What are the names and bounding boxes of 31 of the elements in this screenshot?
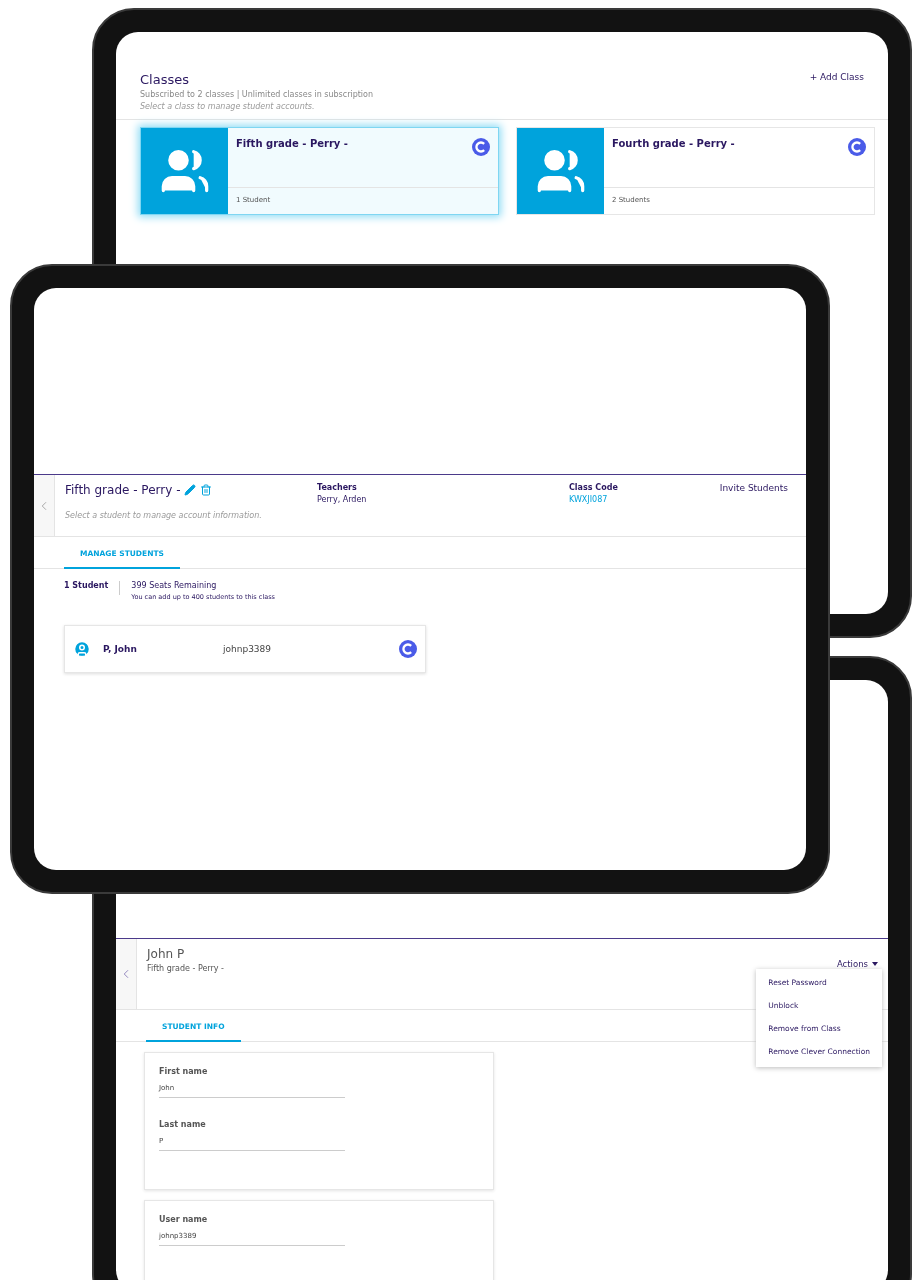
student-total: 1 Student	[64, 581, 121, 595]
instruction-text: Select a class to manage student accounts.	[140, 102, 316, 111]
student-name: P, John	[103, 644, 138, 654]
class-title: Fifth grade - Perry -	[65, 483, 181, 497]
class-name: Fifth grade - Perry -	[236, 138, 348, 151]
instruction-text: Select a student to manage account information.	[65, 511, 263, 520]
clever-logo-icon	[399, 640, 417, 658]
page-title: Classes	[140, 72, 190, 87]
actions-dropdown[interactable]: Actions	[836, 959, 878, 969]
seats-remaining: 399 Seats Remaining	[131, 581, 218, 590]
teacher-name: Perry, Arden	[317, 495, 368, 504]
student-name: John P	[147, 947, 186, 961]
invite-students-button[interactable]: Invite Students	[719, 483, 788, 493]
caret-icon	[872, 962, 878, 966]
teachers-label: Teachers	[317, 483, 358, 492]
class-code: KWXJI087	[569, 495, 609, 504]
delete-icon[interactable]	[200, 484, 213, 496]
clever-logo-icon	[848, 138, 866, 156]
field-label: First name	[159, 1067, 209, 1076]
edit-icon[interactable]	[184, 484, 197, 496]
clever-logo-icon	[472, 138, 490, 156]
add-class-button[interactable]: + Add Class	[809, 72, 864, 82]
user-avatar-icon	[73, 640, 91, 658]
class-name: Fifth grade - Perry -	[147, 964, 224, 973]
student-row[interactable]: P, John johnp3389	[64, 625, 426, 673]
field-label: User name	[159, 1215, 209, 1224]
username: johnp3389	[223, 644, 273, 654]
class-code-label: Class Code	[569, 483, 618, 492]
class-name: Fourth grade - Perry -	[612, 138, 735, 151]
subscription-info: Subscribed to 2 classes | Unlimited classes in subscription	[140, 90, 374, 99]
field-label: Last name	[159, 1120, 207, 1129]
